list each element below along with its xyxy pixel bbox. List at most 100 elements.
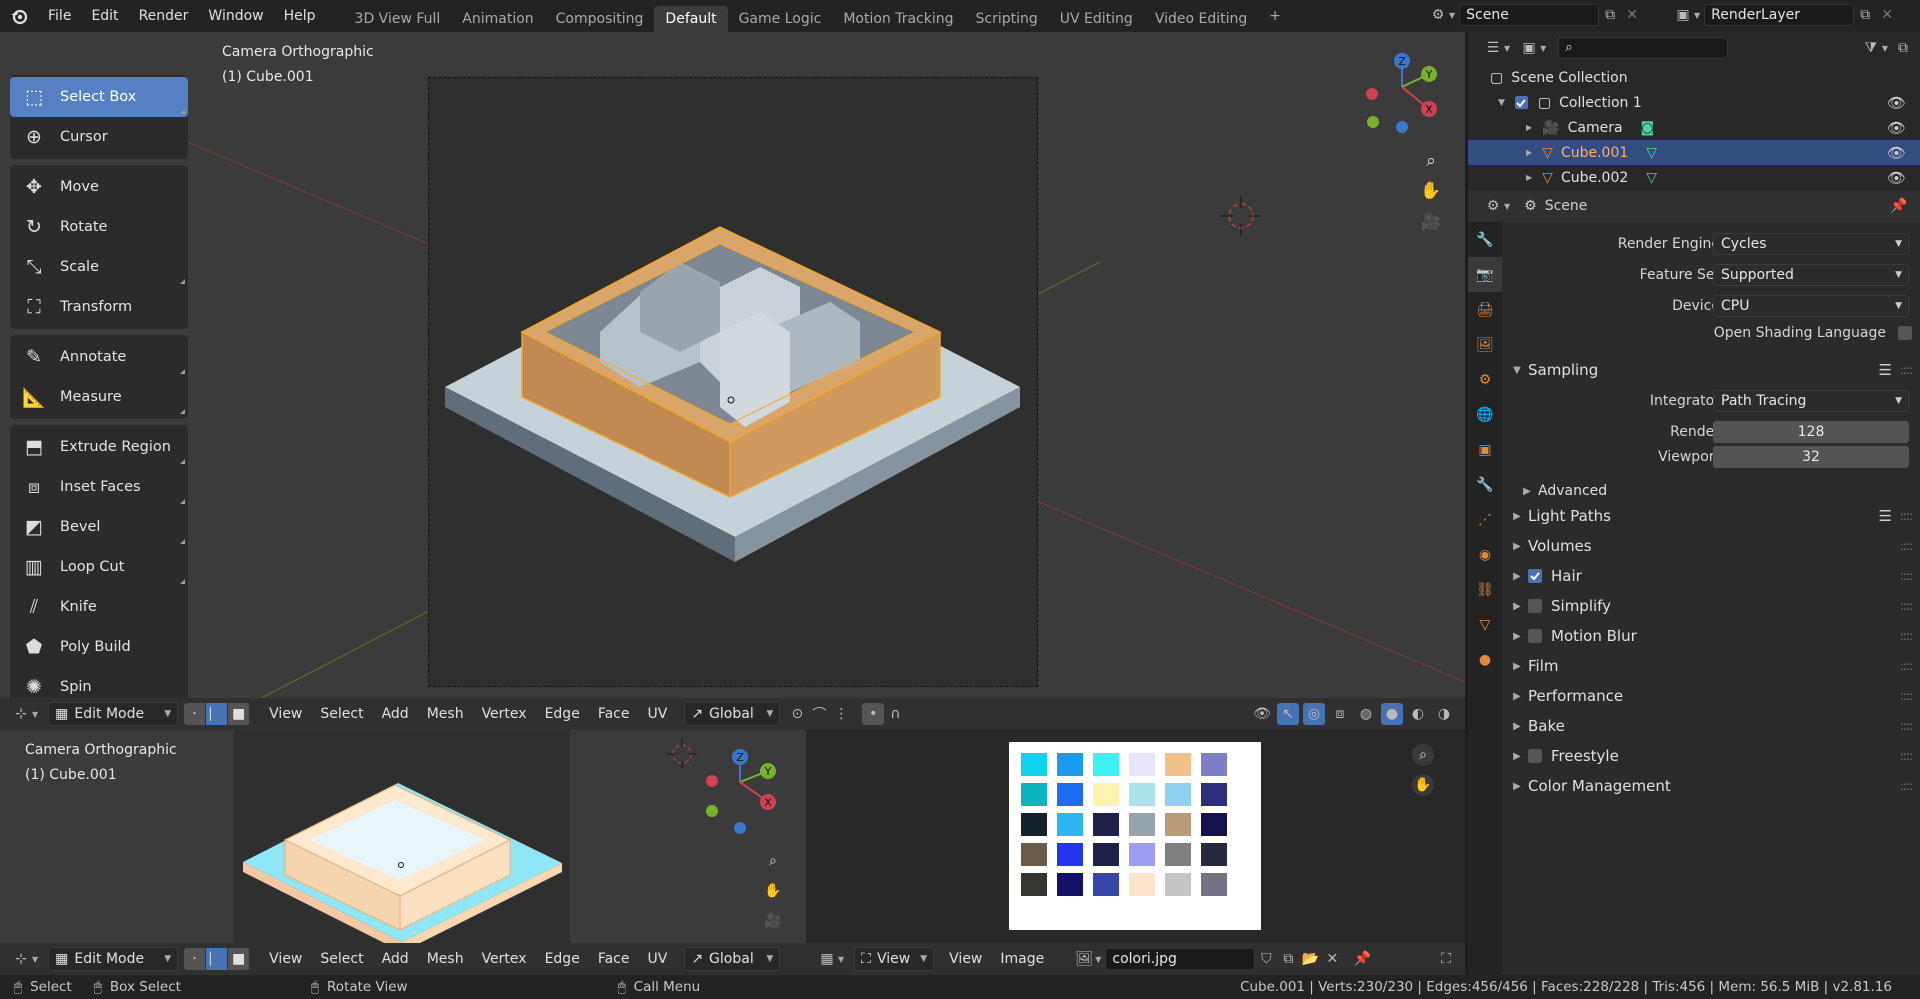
panel-color-management[interactable]: ▶ Color Management:::: (1502, 771, 1920, 801)
menu-file[interactable]: File (38, 4, 81, 28)
panel-performance[interactable]: ▶ Performance:::: (1502, 681, 1920, 711)
panel-freestyle[interactable]: ▶ Freestyle:::: (1502, 741, 1920, 771)
image-browse-icon[interactable]: 🖼 (1073, 948, 1095, 970)
bottom-zoom-icon[interactable]: ⌕ (762, 850, 784, 872)
tab-uv-editing[interactable]: UV Editing (1049, 6, 1144, 32)
menu-view[interactable]: View (260, 702, 311, 726)
panel-enable-checkbox[interactable] (1528, 629, 1542, 643)
feature-set-dropdown[interactable]: Supported ▼ (1713, 264, 1909, 286)
fake-user-icon[interactable]: ⛉ (1255, 948, 1277, 970)
output-tab-icon[interactable]: 🖨 (1468, 292, 1502, 327)
panel-drag-handle[interactable]: :::: (1900, 509, 1913, 523)
camera-view-icon[interactable]: 🎥 (1420, 210, 1442, 232)
tool-inset-faces[interactable]: ⧈ Inset Faces (10, 467, 188, 507)
menu-window[interactable]: Window (198, 4, 273, 28)
snap-icon[interactable]: ⌒ (808, 703, 830, 725)
menu-vertex[interactable]: Vertex (473, 947, 536, 971)
open-image-icon[interactable]: 📂 (1299, 948, 1321, 970)
image-view-mode-dropdown[interactable]: ⛶ View ▼ (854, 947, 935, 971)
view-layer-field[interactable]: RenderLayer (1704, 4, 1855, 26)
bottom-edge-select-icon[interactable]: ⎸ (206, 948, 229, 970)
mode-dropdown[interactable]: ▦ Edit Mode ▼ (48, 702, 179, 726)
scene-model[interactable] (0, 32, 1465, 730)
bottom-3d-cursor-icon[interactable] (667, 739, 697, 769)
image-zoom-icon[interactable]: ⌕ (1412, 744, 1434, 766)
wireframe-shading-icon[interactable]: ◍ (1355, 703, 1377, 725)
scene-icon[interactable]: ⚙ (1427, 4, 1449, 26)
snap-target-icon[interactable]: ⋮ (830, 703, 852, 725)
face-select-icon[interactable]: ■ (228, 703, 251, 725)
panel-drag-handle[interactable]: :::: (1900, 569, 1913, 583)
bottom-mode-dropdown[interactable]: ▦ Edit Mode ▼ (48, 947, 179, 971)
bottom-camera-view-icon[interactable]: 🎥 (762, 910, 784, 932)
menu-help[interactable]: Help (274, 4, 326, 28)
3d-viewport[interactable]: Z Y X ⌕ ✋ 🎥 Camera Orthographic (1) Cube… (0, 32, 1465, 730)
view-layer-tab-icon[interactable]: 🖼 (1468, 327, 1502, 362)
xray-toggle-icon[interactable]: ⧈ (1329, 703, 1351, 725)
image-editor-type-icon[interactable]: ▦ (816, 948, 838, 970)
device-dropdown[interactable]: CPU ▼ (1713, 295, 1909, 317)
modifier-tab-icon[interactable]: 🔧 (1468, 467, 1502, 502)
tool-select-box[interactable]: ⬚ Select Box (10, 77, 188, 117)
menu-edit[interactable]: Edit (81, 4, 128, 28)
zoom-icon[interactable]: ⌕ (1420, 150, 1442, 172)
panel-drag-handle[interactable]: :::: (1900, 599, 1913, 613)
tool-cursor[interactable]: ⊕ Cursor (10, 117, 188, 157)
integrator-dropdown[interactable]: Path Tracing ▼ (1713, 390, 1909, 412)
panel-presets-icon[interactable]: ☰ (1879, 507, 1892, 525)
display-mode-icon[interactable]: ▣ (1518, 37, 1540, 59)
overlay-toggle-icon[interactable]: ◎ (1303, 703, 1325, 725)
panel-bake[interactable]: ▶ Bake:::: (1502, 711, 1920, 741)
panel-simplify[interactable]: ▶ Simplify:::: (1502, 591, 1920, 621)
bottom-orientation-dropdown[interactable]: ↗ Global ▼ (684, 947, 781, 971)
transform-orientation-dropdown[interactable]: ↗ Global ▼ (684, 702, 781, 726)
menu-uv[interactable]: UV (638, 947, 676, 971)
tool-poly-build[interactable]: ⬟ Poly Build (10, 627, 188, 667)
tab-3d-view-full[interactable]: 3D View Full (344, 6, 452, 32)
menu-select[interactable]: Select (311, 702, 372, 726)
tab-default[interactable]: Default (654, 6, 728, 32)
menu-view[interactable]: View (260, 947, 311, 971)
panel-volumes[interactable]: ▶ Volumes:::: (1502, 531, 1920, 561)
particles-tab-icon[interactable]: ⋰ (1468, 502, 1502, 537)
visibility-icon[interactable]: 👁 (1887, 144, 1906, 162)
tool-scale[interactable]: ⤡ Scale (10, 247, 188, 287)
menu-edge[interactable]: Edge (536, 702, 589, 726)
outliner-item-cube-001[interactable]: ▶ ▽ Cube.001 ▽ 👁 (1468, 140, 1920, 165)
panel-enable-checkbox[interactable] (1528, 749, 1542, 763)
rendered-shading-icon[interactable]: ◑ (1433, 703, 1455, 725)
outliner-item-cube-002[interactable]: ▶ ▽ Cube.002 ▽ 👁 (1468, 165, 1920, 190)
tool-tab-icon[interactable]: 🔧 (1468, 222, 1502, 257)
tool-extrude-region[interactable]: ⬒ Extrude Region (10, 427, 188, 467)
menu-mesh[interactable]: Mesh (418, 947, 473, 971)
tab-motion-tracking[interactable]: Motion Tracking (832, 6, 964, 32)
delete-scene-icon[interactable]: ✕ (1621, 4, 1643, 26)
visibility-icon[interactable]: 👁 (1887, 119, 1906, 137)
menu-face[interactable]: Face (589, 702, 639, 726)
panel-light-paths[interactable]: ▶ Light Paths ☰:::: (1502, 501, 1920, 531)
new-view-layer-icon[interactable]: ⧉ (1854, 4, 1876, 26)
camera-data-icon[interactable]: ◙ (1641, 120, 1655, 136)
image-image-menu[interactable]: Image (991, 947, 1053, 971)
bottom-editor-type-icon[interactable]: ⊹ (10, 948, 32, 970)
properties-editor-type-icon[interactable]: ⚙ (1482, 195, 1504, 217)
tool-transform[interactable]: ⛶ Transform (10, 287, 188, 327)
viewport-samples-field[interactable]: 32 (1713, 446, 1909, 468)
collection-visibility-icon[interactable]: 👁 (1887, 94, 1906, 112)
pan-hand-icon[interactable]: ✋ (1420, 180, 1442, 202)
menu-vertex[interactable]: Vertex (473, 702, 536, 726)
menu-mesh[interactable]: Mesh (418, 702, 473, 726)
visibility-icon[interactable]: 👁 (1251, 703, 1273, 725)
bottom-navigation-gizmo[interactable]: Z Y X (700, 744, 780, 839)
pivot-point-icon[interactable]: ⊙ (786, 703, 808, 725)
outliner-search-field[interactable]: ⌕ (1558, 37, 1729, 59)
filter-icon[interactable]: ⧩ (1860, 37, 1882, 59)
image-view-menu[interactable]: View (940, 947, 991, 971)
expand-icon[interactable]: ▶ (1526, 173, 1532, 182)
expand-icon[interactable]: ▶ (1526, 148, 1532, 157)
add-workspace-button[interactable]: + (1258, 3, 1292, 29)
tool-annotate[interactable]: ✎ Annotate (10, 337, 188, 377)
mesh-data-icon[interactable]: ▽ (1646, 170, 1657, 186)
panel-drag-handle[interactable]: :::: (1900, 689, 1913, 703)
panel-film[interactable]: ▶ Film:::: (1502, 651, 1920, 681)
